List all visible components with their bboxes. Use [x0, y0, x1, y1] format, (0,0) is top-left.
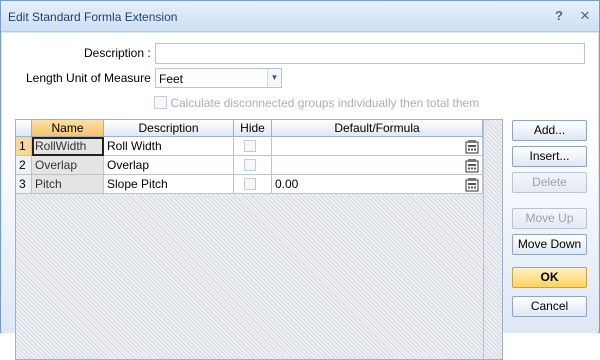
- name-cell[interactable]: Pitch: [32, 175, 104, 194]
- delete-button[interactable]: Delete: [512, 172, 587, 193]
- column-header-description[interactable]: Description: [104, 120, 234, 137]
- close-icon[interactable]: ✕: [577, 7, 593, 25]
- column-header-formula[interactable]: Default/Formula: [272, 120, 483, 137]
- cancel-button[interactable]: Cancel: [512, 296, 587, 317]
- calc-individually-label: Calculate disconnected groups individual…: [170, 96, 480, 110]
- description-field[interactable]: [155, 43, 585, 64]
- help-icon[interactable]: ?: [551, 7, 567, 25]
- name-cell[interactable]: RollWidth: [32, 137, 104, 156]
- table-row[interactable]: 2 Overlap Overlap: [16, 156, 502, 175]
- title-bar[interactable]: Edit Standard Formla Extension ? ✕: [1, 1, 599, 32]
- description-cell[interactable]: Overlap: [104, 156, 234, 175]
- hide-cell: [234, 156, 272, 175]
- formula-editor-icon[interactable]: [465, 177, 480, 192]
- grid-scrollbar[interactable]: [483, 120, 502, 359]
- edit-formula-extension-dialog: Edit Standard Formla Extension ? ✕ Descr…: [0, 0, 600, 360]
- window-title: Edit Standard Formla Extension: [8, 10, 178, 24]
- formula-editor-icon[interactable]: [465, 158, 480, 173]
- row-number: 1: [16, 137, 32, 156]
- move-down-button[interactable]: Move Down: [512, 234, 587, 255]
- hide-checkbox[interactable]: [244, 159, 256, 171]
- insert-button[interactable]: Insert...: [512, 146, 587, 167]
- column-header-hide[interactable]: Hide: [234, 120, 272, 137]
- hide-checkbox[interactable]: [244, 178, 256, 190]
- description-label: Description :: [84, 46, 151, 60]
- calc-individually-option: Calculate disconnected groups individual…: [154, 96, 479, 110]
- column-header-name[interactable]: Name: [32, 120, 104, 137]
- formula-cell[interactable]: [272, 137, 483, 156]
- table-row[interactable]: 1 RollWidth Roll Width: [16, 137, 502, 156]
- ok-button[interactable]: OK: [512, 267, 587, 288]
- formula-cell[interactable]: [272, 156, 483, 175]
- dialog-body: Description : Length Unit of Measure : F…: [2, 33, 598, 360]
- extension-grid[interactable]: Name Description Hide Default/Formula 1 …: [15, 119, 503, 360]
- table-row[interactable]: 3 Pitch Slope Pitch 0.00: [16, 175, 502, 194]
- move-up-button[interactable]: Move Up: [512, 208, 587, 229]
- unit-select[interactable]: Feet ▼: [155, 68, 282, 88]
- row-number: 3: [16, 175, 32, 194]
- hide-cell: [234, 175, 272, 194]
- row-number: 2: [16, 156, 32, 175]
- formula-editor-icon[interactable]: [465, 139, 480, 154]
- name-cell[interactable]: Overlap: [32, 156, 104, 175]
- description-cell[interactable]: Roll Width: [104, 137, 234, 156]
- calc-individually-checkbox[interactable]: [154, 96, 167, 109]
- grid-header: Name Description Hide Default/Formula: [16, 120, 502, 137]
- formula-cell[interactable]: 0.00: [272, 175, 483, 194]
- chevron-down-icon[interactable]: ▼: [267, 69, 281, 87]
- add-button[interactable]: Add...: [512, 120, 587, 141]
- unit-selected-value: Feet: [159, 72, 184, 86]
- hide-checkbox[interactable]: [244, 140, 256, 152]
- row-header-corner: [16, 120, 32, 137]
- hide-cell: [234, 137, 272, 156]
- formula-value: 0.00: [275, 177, 299, 191]
- description-cell[interactable]: Slope Pitch: [104, 175, 234, 194]
- unit-label: Length Unit of Measure :: [26, 71, 158, 85]
